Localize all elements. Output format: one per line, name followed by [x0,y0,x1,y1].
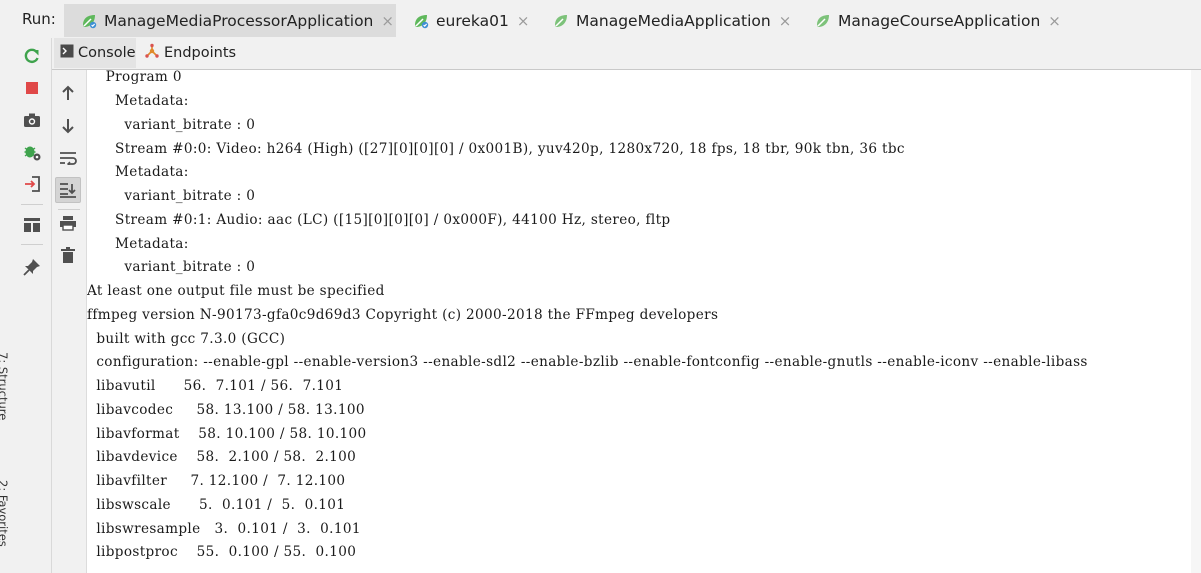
favorites-tool-window-label[interactable]: 2: Favorites [0,480,10,547]
debug-settings-icon[interactable] [19,139,45,165]
console-line: libavfilter 7. 12.100 / 7. 12.100 [87,473,346,489]
console-line: ffmpeg version N-90173-gfa0c9d69d3 Copyr… [87,307,719,323]
run-toolbar: Run: ManageMediaProcessorApplication × e… [0,0,1201,39]
tab-label: Console [78,45,136,61]
run-actions-toolbar [13,38,52,573]
pin-icon[interactable] [19,254,45,280]
structure-tool-window-label[interactable]: 7: Structure [0,352,10,420]
close-icon[interactable]: × [381,12,394,30]
print-icon[interactable] [55,210,81,236]
console-line: libavutil 56. 7.101 / 56. 7.101 [87,378,344,394]
console-line: libavdevice 58. 2.100 / 58. 2.100 [87,449,357,465]
console-line: variant_bitrate : 0 [87,259,256,275]
console-line: Metadata: [87,93,189,109]
tab-endpoints[interactable]: Endpoints [138,38,236,68]
console-line: variant_bitrate : 0 [87,188,256,204]
console-line: libavcodec 58. 13.100 / 58. 13.100 [87,402,365,418]
tab-label: Endpoints [164,45,237,61]
console-line: libpostproc 55. 0.100 / 55. 0.100 [87,544,357,560]
console-output[interactable]: Program 0 Metadata: variant_bitrate : 0 … [87,70,1201,573]
close-icon[interactable]: × [517,12,530,30]
close-icon[interactable]: × [779,12,792,30]
trash-icon[interactable] [55,242,81,268]
tab-label: eureka01 [436,11,509,30]
tab-manage-media-application[interactable]: ManageMediaApplication × [536,4,798,37]
rerun-icon[interactable] [19,43,45,69]
console-line: Stream #0:0: Video: h264 (High) ([27][0]… [87,141,905,157]
console-icon [60,44,74,62]
console-actions-toolbar [52,70,87,573]
up-arrow-icon[interactable] [55,80,81,106]
console-line: libswscale 5. 0.101 / 5. 0.101 [87,497,346,513]
tab-console[interactable]: Console [54,38,136,68]
console-line: configuration: --enable-gpl --enable-ver… [87,354,1088,370]
spring-boot-icon [552,12,570,30]
console-line: Stream #0:1: Audio: aac (LC) ([15][0][0]… [87,212,671,228]
endpoints-icon [144,43,160,63]
soft-wrap-icon[interactable] [55,145,81,171]
close-icon[interactable]: × [1048,12,1061,30]
tab-manage-course-application[interactable]: ManageCourseApplication × [798,4,1068,37]
tab-label: ManageCourseApplication [838,11,1041,30]
console-line: built with gcc 7.3.0 (GCC) [87,331,286,347]
spring-boot-icon [412,12,430,30]
spring-boot-icon [80,12,98,30]
login-icon[interactable] [19,171,45,197]
console-line: libswresample 3. 0.101 / 3. 0.101 [87,521,361,537]
tab-manage-media-processor-application[interactable]: ManageMediaProcessorApplication × [64,4,396,37]
console-line: Program 0 [87,70,182,85]
layout-icon[interactable] [19,212,45,238]
camera-icon[interactable] [19,107,45,133]
console-line: Metadata: [87,164,189,180]
tab-label: ManageMediaProcessorApplication [104,11,374,30]
console-line: libavformat 58. 10.100 / 58. 10.100 [87,426,367,442]
console-scrollbar[interactable] [1191,70,1201,573]
scroll-to-end-icon[interactable] [55,177,81,203]
down-arrow-icon[interactable] [55,113,81,139]
console-line: At least one output file must be specifi… [87,283,385,299]
run-label: Run: [22,10,56,28]
side-tool-strip: 7: Structure 2: Favorites [0,38,14,573]
console-tab-bar: Console Endpoints [52,38,1201,70]
spring-boot-icon [814,12,832,30]
console-line: variant_bitrate : 0 [87,117,256,133]
tab-label: ManageMediaApplication [576,11,771,30]
console-line: Metadata: [87,236,189,252]
tab-eureka01[interactable]: eureka01 × [396,4,536,37]
stop-icon[interactable] [19,75,45,101]
